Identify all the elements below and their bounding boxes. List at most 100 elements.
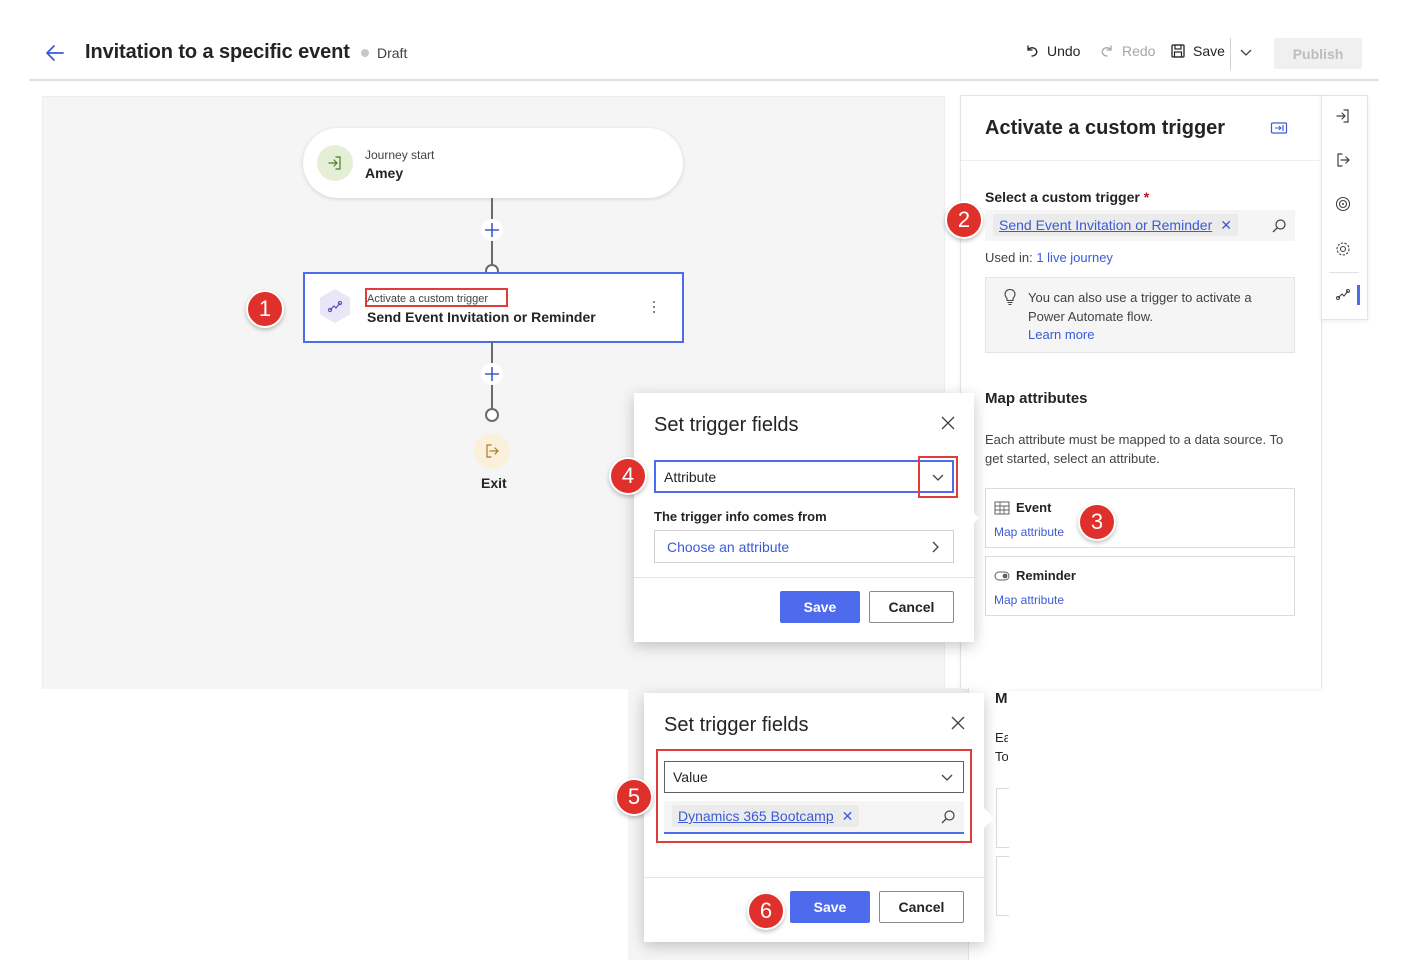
- selected-trigger-chip[interactable]: Send Event Invitation or Reminder ✕: [993, 214, 1238, 236]
- used-in-text: Used in: 1 live journey: [985, 250, 1113, 265]
- choose-attribute-field[interactable]: Choose an attribute: [654, 530, 954, 563]
- rail-active-indicator: [1357, 285, 1360, 305]
- learn-more-link[interactable]: Learn more: [1028, 327, 1094, 342]
- chevron-down-icon[interactable]: [1238, 44, 1254, 60]
- step-badge-1: 1: [246, 290, 284, 328]
- toolbar-separator: [1230, 38, 1231, 70]
- step-badge-5: 5: [615, 778, 653, 816]
- map-desc-fragment-1: Ea: [995, 730, 1008, 745]
- sign-out-icon[interactable]: [1334, 151, 1352, 169]
- attribute-card-event[interactable]: [985, 488, 1295, 548]
- field-type-value: Attribute: [664, 468, 717, 485]
- panel-title: Activate a custom trigger: [985, 117, 1226, 139]
- chevron-down-icon[interactable]: [930, 469, 946, 485]
- more-options-icon[interactable]: [648, 299, 660, 315]
- dock-panel-icon[interactable]: [1270, 120, 1288, 136]
- trigger-info-source-label: The trigger info comes from: [654, 509, 827, 524]
- journey-start-name: Amey: [365, 165, 404, 181]
- gear-icon[interactable]: [1334, 240, 1352, 258]
- attribute-card-reminder[interactable]: [985, 556, 1295, 616]
- dialog-title: Set trigger fields: [664, 714, 809, 736]
- save-label: Save: [1193, 43, 1225, 59]
- redo-button[interactable]: Redo: [1099, 43, 1155, 59]
- lightbulb-icon: [1004, 288, 1016, 306]
- map-attribute-link-reminder[interactable]: Map attribute: [994, 593, 1064, 607]
- trigger-node-name: Send Event Invitation or Reminder: [367, 309, 596, 325]
- exit-node[interactable]: [474, 433, 510, 469]
- add-step-button[interactable]: [481, 363, 503, 385]
- save-button[interactable]: Save: [790, 891, 870, 923]
- field-type-dropdown[interactable]: Attribute: [654, 460, 954, 493]
- field-type-dropdown[interactable]: Value: [664, 761, 964, 793]
- selected-trigger-text[interactable]: Send Event Invitation or Reminder: [999, 217, 1212, 233]
- step-badge-6: 6: [747, 892, 785, 930]
- info-text: You can also use a trigger to activate a…: [1028, 290, 1252, 324]
- redo-label: Redo: [1122, 43, 1156, 59]
- select-trigger-label: Select a custom trigger *: [985, 189, 1149, 205]
- redo-icon: [1101, 45, 1112, 57]
- dialog-pointer: [969, 508, 979, 528]
- trigger-node[interactable]: [303, 272, 684, 343]
- selected-value-text[interactable]: Dynamics 365 Bootcamp: [678, 808, 834, 824]
- journey-start-icon: [317, 145, 353, 181]
- choose-attribute-placeholder: Choose an attribute: [667, 538, 790, 555]
- map-attribute-link-event[interactable]: Map attribute: [994, 525, 1064, 539]
- close-icon[interactable]: [940, 415, 956, 431]
- map-title-fragment: M: [995, 690, 1008, 707]
- step-badge-4: 4: [609, 457, 647, 495]
- chevron-down-icon: [941, 774, 953, 781]
- save-disk-icon: [1171, 44, 1185, 58]
- dialog-title: Set trigger fields: [654, 414, 799, 436]
- undo-button[interactable]: Undo: [1024, 43, 1080, 59]
- search-icon[interactable]: [1271, 218, 1287, 234]
- remove-chip-icon[interactable]: ✕: [842, 808, 854, 825]
- step-badge-2: 2: [945, 201, 983, 239]
- journey-start-node[interactable]: [303, 128, 683, 198]
- selected-value-chip[interactable]: Dynamics 365 Bootcamp ✕: [672, 805, 860, 827]
- save-button[interactable]: Save: [780, 591, 860, 623]
- step-badge-3: 3: [1078, 503, 1116, 541]
- used-in-link[interactable]: 1 live journey: [1036, 250, 1113, 265]
- undo-icon: [1027, 45, 1038, 57]
- trigger-node-icon: [317, 288, 353, 324]
- connector-node: [485, 408, 499, 422]
- cancel-button[interactable]: Cancel: [869, 591, 954, 623]
- exit-label: Exit: [481, 475, 507, 491]
- sign-in-icon[interactable]: [1334, 107, 1352, 125]
- dialog-pointer: [984, 808, 994, 828]
- panel-divider: [961, 160, 1319, 161]
- select-trigger-label-text: Select a custom trigger: [985, 189, 1140, 205]
- attribute-card-fragment: [996, 856, 1009, 916]
- undo-label: Undo: [1047, 43, 1081, 59]
- plus-icon: [485, 223, 499, 237]
- dialog-divider: [634, 577, 974, 578]
- map-attributes-title: Map attributes: [985, 390, 1088, 407]
- status-text: Draft: [377, 45, 408, 61]
- save-button-top[interactable]: Save: [1170, 43, 1225, 59]
- map-attributes-description: Each attribute must be mapped to a data …: [985, 432, 1284, 466]
- plus-icon: [485, 367, 499, 381]
- trigger-route-icon[interactable]: [1334, 285, 1352, 303]
- map-desc-fragment-2: To: [995, 749, 1008, 764]
- page-title: Invitation to a specific event: [85, 41, 350, 63]
- used-in-prefix: Used in:: [985, 250, 1033, 265]
- back-arrow-icon[interactable]: [44, 42, 66, 64]
- remove-chip-icon[interactable]: ✕: [1220, 217, 1232, 234]
- attribute-card-fragment: [996, 788, 1009, 848]
- publish-button[interactable]: Publish: [1274, 38, 1362, 69]
- status-dot: [361, 49, 369, 57]
- search-icon[interactable]: [940, 809, 956, 825]
- target-icon[interactable]: [1334, 195, 1352, 213]
- cancel-button[interactable]: Cancel: [879, 891, 964, 923]
- field-type-value: Value: [673, 769, 708, 785]
- add-step-button[interactable]: [481, 219, 503, 241]
- attribute-name-reminder: Reminder: [1016, 568, 1076, 583]
- table-icon: [994, 501, 1010, 515]
- close-icon[interactable]: [950, 715, 966, 731]
- exit-icon: [486, 444, 499, 458]
- toggle-icon: [994, 571, 1010, 581]
- highlight-box: [365, 288, 508, 307]
- journey-start-caption: Journey start: [365, 148, 435, 162]
- attribute-name-event: Event: [1016, 500, 1052, 515]
- chevron-right-icon: [932, 541, 939, 552]
